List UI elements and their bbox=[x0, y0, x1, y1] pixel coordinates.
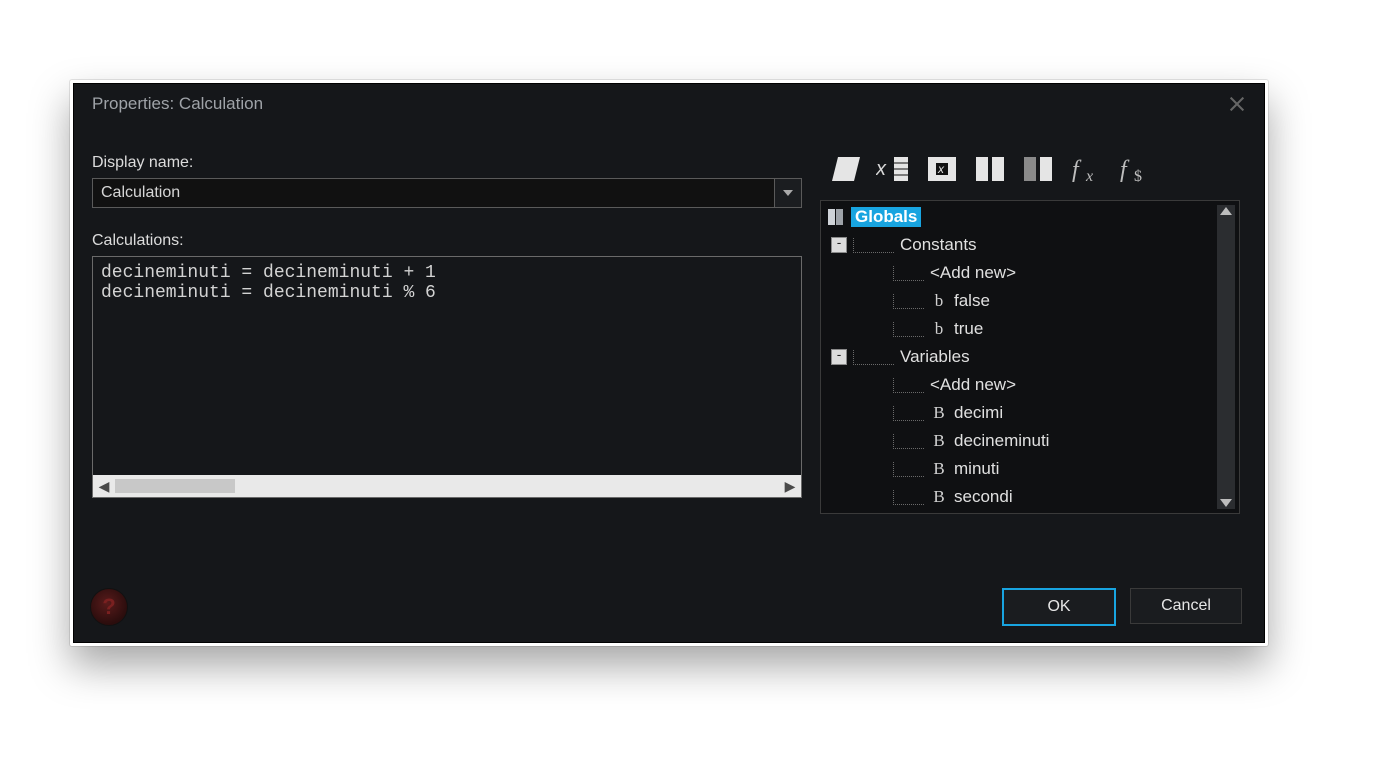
ok-button[interactable]: OK bbox=[1002, 588, 1116, 626]
properties-dialog: Properties: Calculation Display name: Ca… bbox=[73, 83, 1265, 643]
calculations-label: Calculations: bbox=[92, 232, 802, 250]
byte-icon: B bbox=[930, 459, 948, 479]
toolbar-split-shaded-icon[interactable] bbox=[1018, 149, 1058, 189]
tree-item-label: true bbox=[954, 319, 983, 339]
titlebar: Properties: Calculation bbox=[74, 84, 1264, 124]
calculations-code[interactable]: decineminuti = decineminuti + 1 decinemi… bbox=[93, 257, 801, 475]
toolbar-box-x-icon[interactable]: x bbox=[922, 149, 962, 189]
scroll-thumb[interactable] bbox=[115, 479, 235, 493]
svg-text:f: f bbox=[1072, 157, 1082, 183]
scroll-right-icon[interactable]: ▶ bbox=[779, 475, 801, 497]
tree-item-add-constant[interactable]: <Add new> bbox=[827, 259, 1211, 287]
svg-text:x: x bbox=[937, 162, 945, 176]
byte-icon: B bbox=[930, 403, 948, 423]
boolean-icon: b bbox=[930, 319, 948, 339]
scroll-up-icon[interactable] bbox=[1220, 207, 1232, 215]
toolbar: x x bbox=[820, 144, 1240, 194]
collapse-icon[interactable]: - bbox=[831, 237, 847, 253]
toolbar-fx-icon[interactable]: f x bbox=[1066, 149, 1106, 189]
svg-text:f: f bbox=[1120, 157, 1130, 183]
toolbar-split-light-icon[interactable] bbox=[970, 149, 1010, 189]
scroll-down-icon[interactable] bbox=[1220, 499, 1232, 507]
left-pane: Display name: Calculations: decineminuti… bbox=[92, 154, 802, 498]
tree-item-secondi[interactable]: B secondi bbox=[827, 483, 1211, 511]
tree-item-minuti[interactable]: B minuti bbox=[827, 455, 1211, 483]
tree-item-label: <Add new> bbox=[930, 375, 1016, 395]
scroll-left-icon[interactable]: ◀ bbox=[93, 475, 115, 497]
tree-item-decimi[interactable]: B decimi bbox=[827, 399, 1211, 427]
byte-icon: B bbox=[930, 431, 948, 451]
tree-root-label: Globals bbox=[851, 207, 921, 227]
dialog-title: Properties: Calculation bbox=[92, 94, 263, 114]
variables-tree[interactable]: Globals - Constants <Add new> b fa bbox=[820, 200, 1240, 514]
boolean-icon: b bbox=[930, 291, 948, 311]
globals-icon bbox=[827, 208, 845, 226]
collapse-icon[interactable]: - bbox=[831, 349, 847, 365]
dialog-footer: ? OK Cancel bbox=[90, 588, 1242, 626]
tree-item-false[interactable]: b false bbox=[827, 287, 1211, 315]
tree-item-label: false bbox=[954, 291, 990, 311]
tree-group-constants[interactable]: - Constants bbox=[827, 231, 1211, 259]
tree-item-true[interactable]: b true bbox=[827, 315, 1211, 343]
toolbar-bracket-x-icon[interactable]: x bbox=[874, 149, 914, 189]
display-name-input[interactable] bbox=[92, 178, 775, 208]
tree-item-label: secondi bbox=[954, 487, 1013, 507]
svg-text:x: x bbox=[1085, 168, 1093, 185]
tree-group-label: Variables bbox=[900, 347, 970, 367]
help-icon[interactable]: ? bbox=[90, 588, 128, 626]
tree-group-variables[interactable]: - Variables bbox=[827, 343, 1211, 371]
byte-icon: B bbox=[930, 487, 948, 507]
tree-item-add-variable[interactable]: <Add new> bbox=[827, 371, 1211, 399]
svg-text:x: x bbox=[876, 158, 887, 180]
display-name-dropdown[interactable] bbox=[775, 178, 802, 208]
tree-item-decineminuti[interactable]: B decineminuti bbox=[827, 427, 1211, 455]
tree-group-label: Constants bbox=[900, 235, 977, 255]
display-name-label: Display name: bbox=[92, 154, 802, 172]
cancel-button[interactable]: Cancel bbox=[1130, 588, 1242, 624]
tree-item-label: decineminuti bbox=[954, 431, 1049, 451]
tree-item-label: minuti bbox=[954, 459, 999, 479]
right-pane: x x bbox=[820, 144, 1240, 514]
horizontal-scrollbar[interactable]: ◀ ▶ bbox=[93, 475, 801, 497]
tree-root[interactable]: Globals bbox=[827, 203, 1211, 231]
toolbar-fdollar-icon[interactable]: f $ bbox=[1114, 149, 1154, 189]
calculations-editor[interactable]: decineminuti = decineminuti + 1 decinemi… bbox=[92, 256, 802, 498]
close-icon[interactable] bbox=[1228, 95, 1246, 113]
tree-scrollbar[interactable] bbox=[1217, 205, 1235, 509]
svg-text:$: $ bbox=[1134, 168, 1142, 185]
tree-item-label: <Add new> bbox=[930, 263, 1016, 283]
toolbar-parallelogram-icon[interactable] bbox=[826, 149, 866, 189]
tree-item-label: decimi bbox=[954, 403, 1003, 423]
